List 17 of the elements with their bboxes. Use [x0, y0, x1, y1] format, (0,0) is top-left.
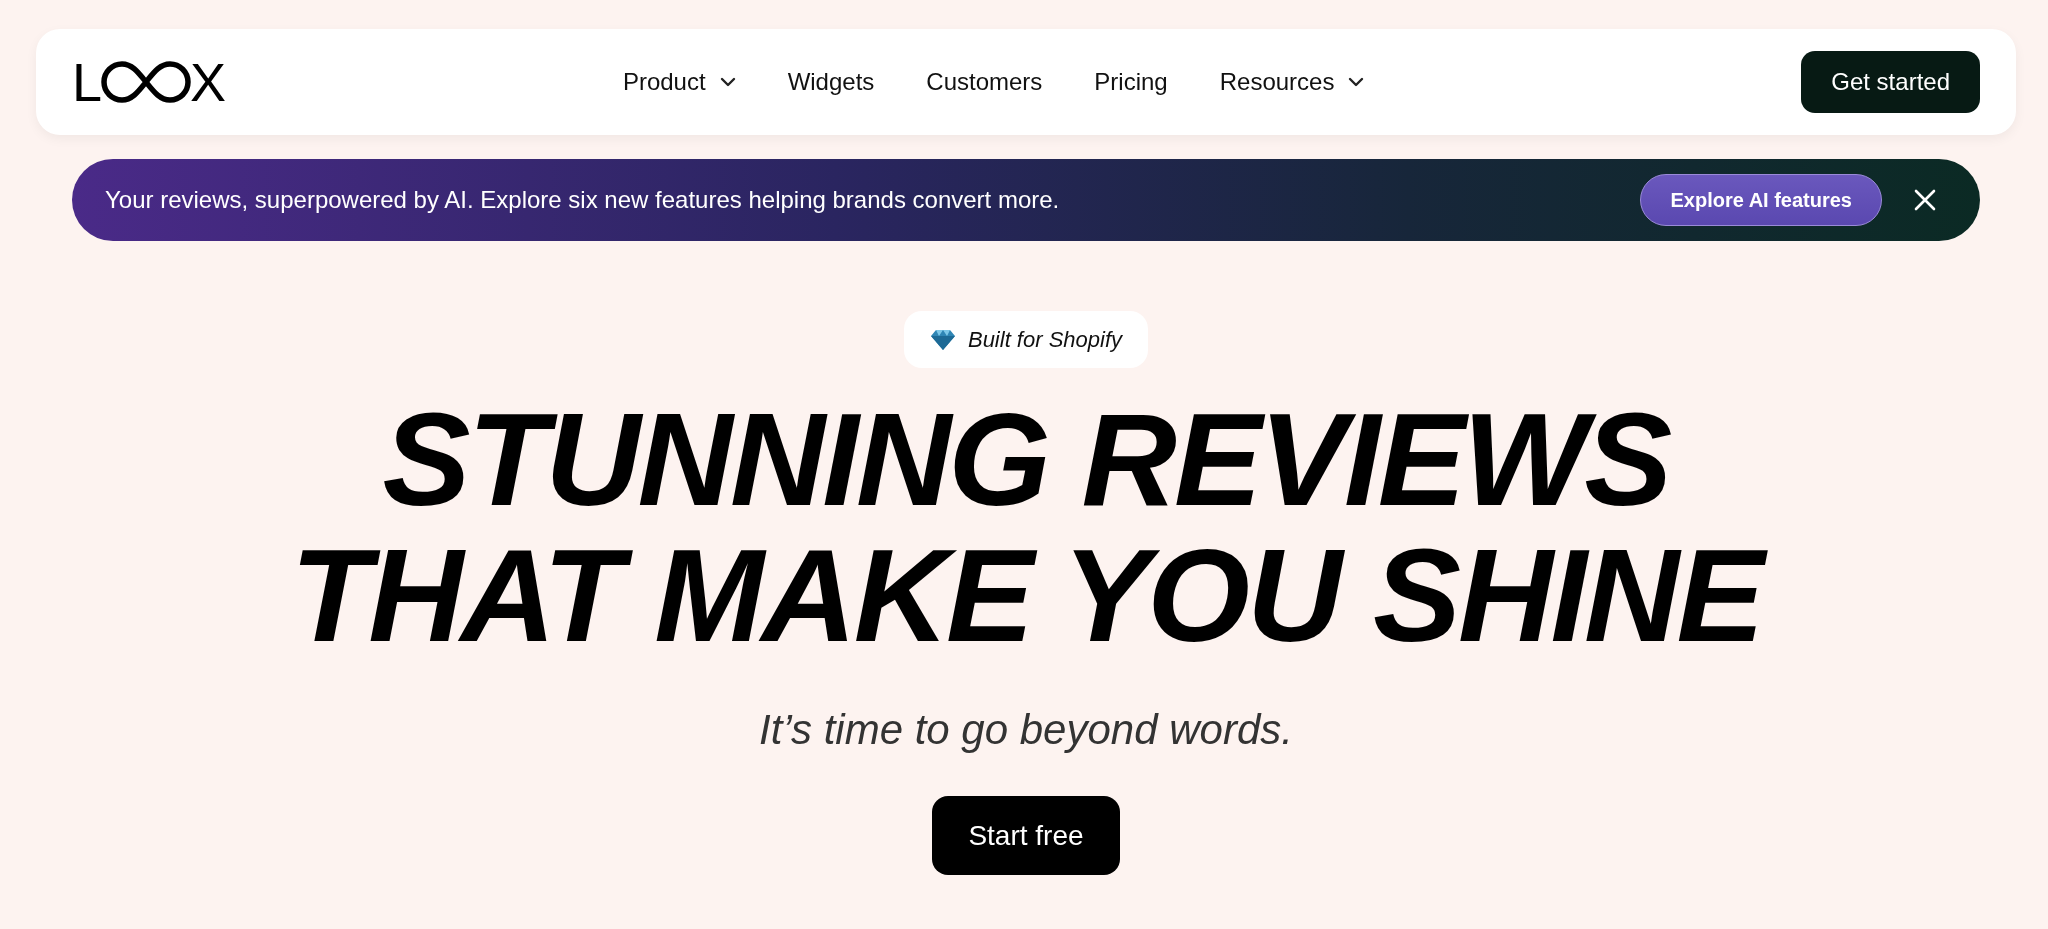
logo[interactable]: L X	[72, 55, 227, 109]
infinity-icon	[100, 60, 193, 104]
nav-link[interactable]: Product	[622, 68, 736, 96]
start-free-button[interactable]: Start free	[932, 796, 1120, 875]
explore-button[interactable]: Explore AI features	[1640, 174, 1882, 226]
nav-link[interactable]: Resources	[1219, 68, 1365, 96]
shopify-badge: Built for Shopify	[903, 311, 1149, 368]
nav-link[interactable]: Customers	[926, 68, 1043, 96]
nav-link[interactable]: Pricing	[1094, 68, 1168, 96]
nav-link[interactable]: Widgets	[787, 68, 875, 96]
subtitle: It’s time to go beyond words.	[759, 706, 1293, 754]
banner-text: Your reviews, superpowered by AI. Explore six new features helping brands convert more.	[105, 186, 1060, 214]
close-icon	[1914, 189, 1936, 211]
headline: THAT MAKE YOU SHINE	[266, 528, 1786, 664]
headline: STUNNING REVIEWS	[381, 392, 1672, 528]
get-started-button[interactable]: Get started	[1801, 51, 1980, 113]
diamond-icon	[929, 328, 956, 351]
